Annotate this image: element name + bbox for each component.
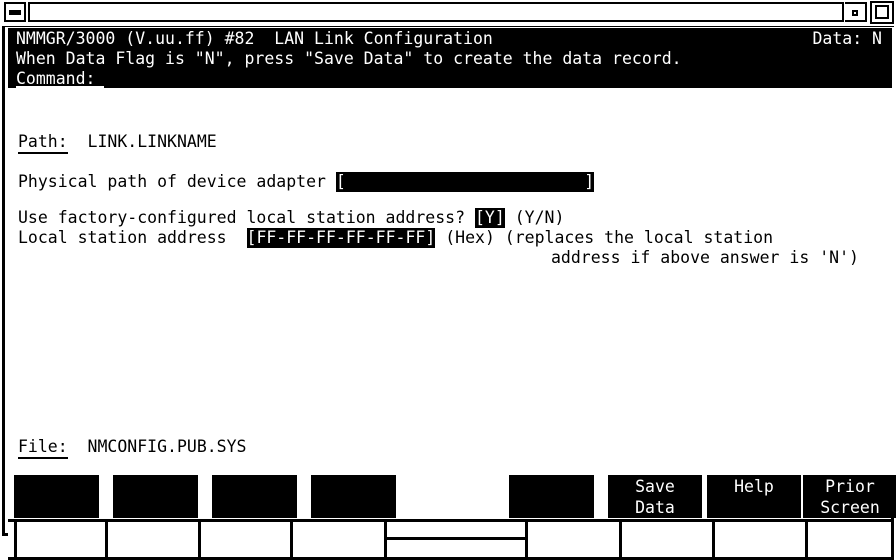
window-drag-area[interactable]	[28, 2, 844, 22]
function-key-f4[interactable]	[311, 475, 396, 518]
status-cell-7[interactable]	[622, 522, 715, 557]
function-key-save-data[interactable]: Save Data	[608, 475, 702, 518]
factory-value: Y	[484, 208, 495, 227]
station-bracket-open: [	[246, 228, 257, 247]
prior-screen-line2: Screen	[820, 498, 880, 517]
function-key-f3[interactable]	[212, 475, 297, 518]
terminal-frame: NMMGR/3000 (V.uu.ff) #82 LAN Link Config…	[2, 26, 896, 560]
device-adapter-input[interactable]: [ ]	[335, 172, 595, 192]
file-label: File:	[18, 437, 68, 459]
status-cell-2[interactable]	[108, 522, 201, 557]
path-label: Path:	[18, 132, 68, 154]
factory-gap2	[505, 208, 515, 227]
status-cell-3[interactable]	[201, 522, 293, 557]
station-hint-continued: address if above answer is 'N')	[551, 248, 859, 267]
path-value: LINK.LINKNAME	[87, 132, 217, 151]
device-adapter-value	[346, 172, 584, 191]
function-key-bar: Save Data Help Prior Screen	[8, 475, 896, 519]
restore-icon	[852, 10, 858, 16]
device-adapter-label: Physical path of device adapter	[18, 172, 326, 191]
function-key-help[interactable]: Help	[707, 475, 801, 518]
save-data-line2: Data	[635, 498, 675, 517]
function-key-f5[interactable]	[410, 475, 495, 518]
factory-bracket-open: [	[474, 208, 485, 227]
application-window: NMMGR/3000 (V.uu.ff) #82 LAN Link Config…	[0, 0, 896, 560]
status-cell-8[interactable]	[715, 522, 808, 557]
station-address-value: FF-FF-FF-FF-FF-FF	[256, 228, 426, 247]
status-cell-9[interactable]	[808, 522, 894, 557]
station-gap	[227, 228, 247, 247]
device-adapter-bracket-close: ]	[584, 172, 595, 191]
status-cell-5[interactable]	[387, 522, 528, 557]
factory-gap	[465, 208, 475, 227]
status-bar	[8, 519, 894, 560]
prior-screen-line1: Prior	[825, 477, 875, 496]
status-cell-6[interactable]	[528, 522, 622, 557]
station-address-row: Local station address [FF-FF-FF-FF-FF-FF…	[18, 228, 773, 248]
file-spacer	[68, 437, 88, 456]
window-minimize-button[interactable]	[4, 2, 26, 22]
factory-bracket-close: ]	[494, 208, 505, 227]
function-key-prior-screen[interactable]: Prior Screen	[803, 475, 896, 518]
station-hint: (Hex) (replaces the local station	[445, 228, 774, 247]
factory-address-input[interactable]: [Y]	[474, 208, 505, 228]
device-adapter-bracket-open: [	[335, 172, 346, 191]
function-key-f1[interactable]	[14, 475, 99, 518]
screen-title: NMMGR/3000 (V.uu.ff) #82 LAN Link Config…	[16, 29, 493, 48]
screen-header: NMMGR/3000 (V.uu.ff) #82 LAN Link Config…	[8, 28, 892, 88]
factory-hint: (Y/N)	[514, 208, 565, 227]
status-cell-4[interactable]	[293, 522, 387, 557]
device-adapter-row: Physical path of device adapter [ ]	[18, 172, 595, 192]
station-address-label: Local station address	[18, 228, 227, 247]
status-cell-1[interactable]	[14, 522, 108, 557]
window-titlebar	[0, 0, 896, 24]
command-input-underline[interactable]	[16, 86, 104, 88]
file-value: NMCONFIG.PUB.SYS	[87, 437, 247, 456]
device-adapter-gap	[326, 172, 336, 191]
window-maximize-button[interactable]	[870, 1, 894, 24]
function-key-f2[interactable]	[113, 475, 198, 518]
data-flag-indicator: Data: N	[812, 29, 882, 48]
help-line1: Help	[734, 477, 774, 496]
terminal-screen: NMMGR/3000 (V.uu.ff) #82 LAN Link Config…	[8, 27, 894, 485]
function-key-f6[interactable]	[509, 475, 594, 518]
status-cell-5-divider	[387, 537, 525, 540]
window-restore-button[interactable]	[845, 2, 867, 22]
path-row: Path: LINK.LINKNAME	[18, 132, 217, 154]
screen-message: When Data Flag is "N", press "Save Data"…	[16, 49, 682, 68]
factory-address-row: Use factory-configured local station add…	[18, 208, 564, 228]
save-data-line1: Save	[635, 477, 675, 496]
minimize-icon	[9, 10, 21, 15]
file-row: File: NMCONFIG.PUB.SYS	[18, 437, 247, 459]
path-spacer	[68, 132, 88, 151]
station-address-input[interactable]: [FF-FF-FF-FF-FF-FF]	[246, 228, 436, 248]
maximize-icon	[875, 5, 889, 19]
station-bracket-close: ]	[425, 228, 436, 247]
factory-address-label: Use factory-configured local station add…	[18, 208, 466, 227]
station-gap2	[435, 228, 445, 247]
